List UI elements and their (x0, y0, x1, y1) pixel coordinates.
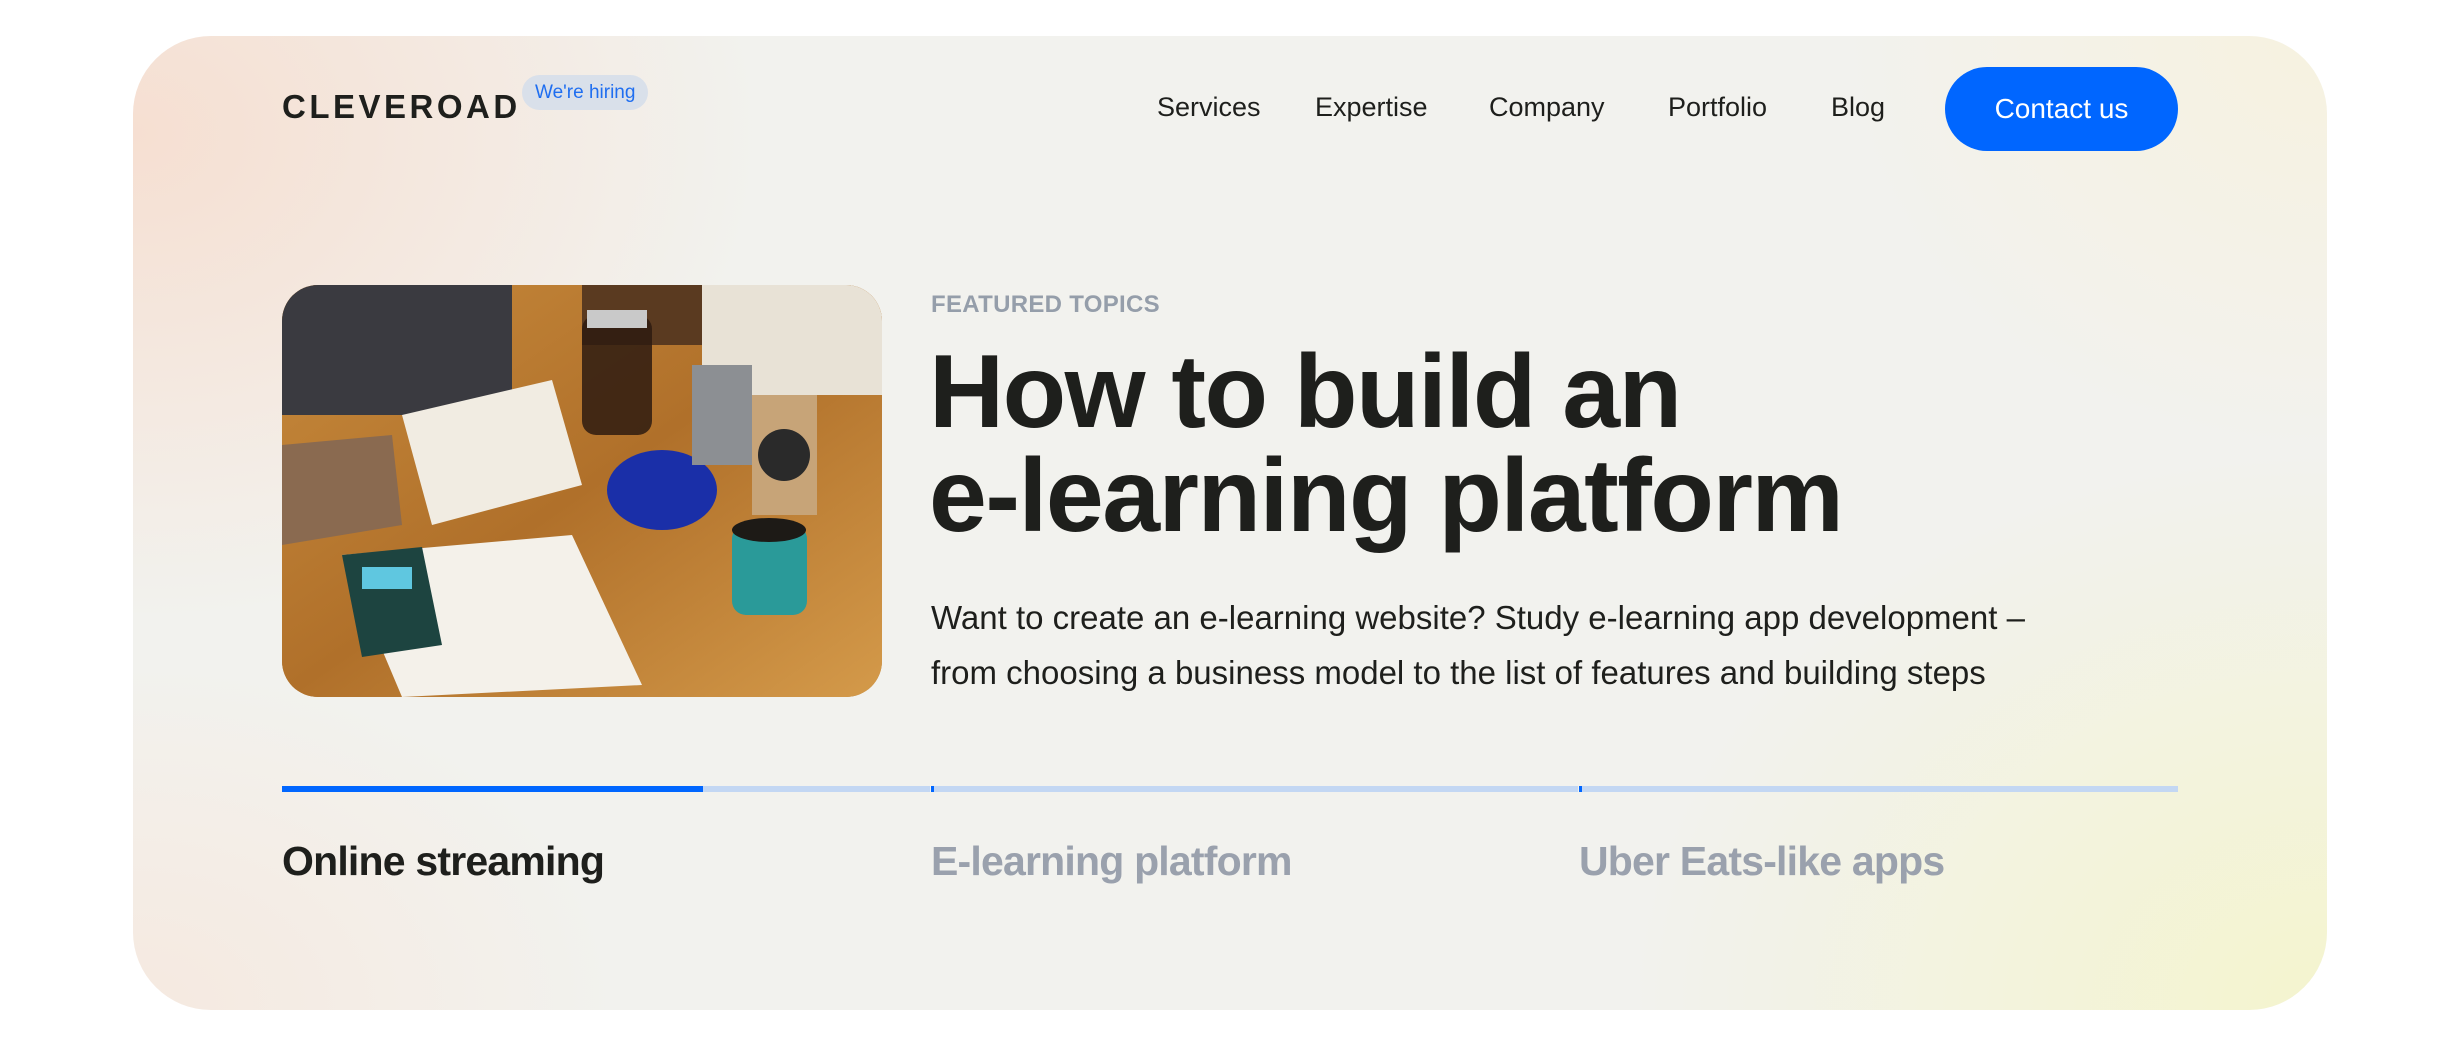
featured-image[interactable] (282, 285, 882, 697)
tab-online-streaming[interactable]: Online streaming (282, 838, 605, 885)
tab-uber-eats-like-apps[interactable]: Uber Eats-like apps (1579, 838, 1945, 885)
featured-topics-label: FEATURED TOPICS (931, 291, 1160, 318)
title-line: e-learning platform (929, 438, 1844, 554)
desk-illustration (282, 285, 882, 697)
cleveroad-logo[interactable]: CLEVEROAD (282, 88, 521, 126)
nav-expertise[interactable]: Expertise (1315, 92, 1428, 123)
tab-progress-track (931, 786, 1578, 792)
tab-progress-start-marker (1579, 786, 1582, 792)
nav-company[interactable]: Company (1489, 92, 1605, 123)
tab-progress-fill (282, 786, 704, 792)
tab-e-learning-platform[interactable]: E-learning platform (931, 838, 1292, 885)
article-title[interactable]: How to build an e-learning platform (929, 334, 1844, 554)
title-line: How to build an (929, 334, 1682, 450)
nav-services[interactable]: Services (1157, 92, 1261, 123)
subtitle-line: Want to create an e-learning website? St… (931, 599, 2025, 636)
tab-progress-track (1579, 786, 2178, 792)
subtitle-line: from choosing a business model to the li… (931, 654, 1986, 691)
nav-blog[interactable]: Blog (1831, 92, 1885, 123)
tab-progress-start-marker (931, 786, 934, 792)
tab-progress-track (282, 786, 930, 792)
article-subtitle: Want to create an e-learning website? St… (931, 590, 2181, 700)
contact-us-button[interactable]: Contact us (1945, 67, 2178, 151)
nav-portfolio[interactable]: Portfolio (1668, 92, 1767, 123)
hiring-badge[interactable]: We're hiring (522, 75, 649, 110)
